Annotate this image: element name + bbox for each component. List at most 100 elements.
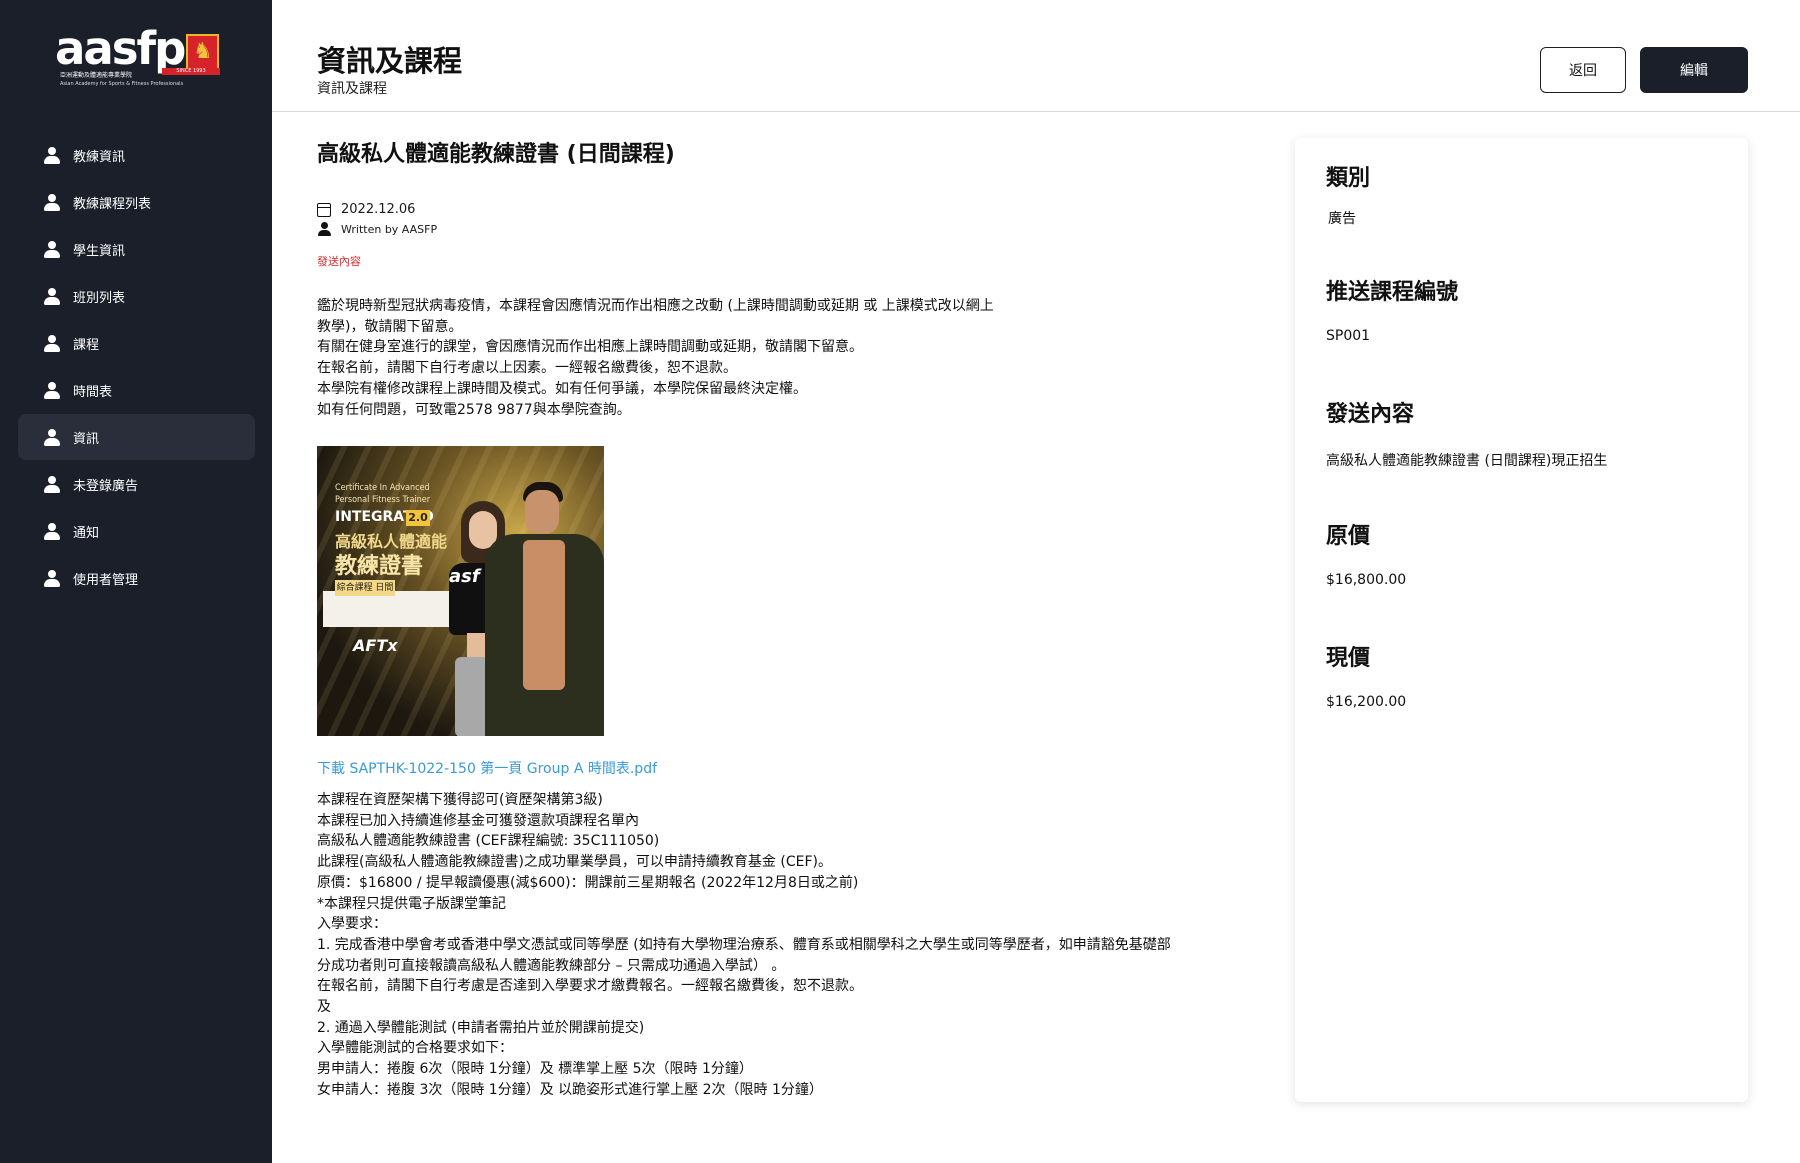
logo-subtitle-cn: 亞洲運動及體適能專業學院 (60, 72, 133, 79)
sidebar-item-label: 班別列表 (73, 290, 126, 306)
details-line: 本課程在資歷架構下獲得認可(資歷架構第3級) (317, 792, 603, 808)
details-line: 入學要求： (317, 916, 387, 933)
sidebar-item-label: 教練資訊 (73, 149, 126, 165)
course-code-label: 推送課程編號 (1326, 280, 1459, 305)
page-title: 資訊及課程 (317, 44, 463, 78)
course-code-section: 推送課程編號 SP001 (1326, 274, 1458, 344)
sidebar-item-coach-course-list[interactable]: 教練課程列表 (18, 179, 255, 225)
course-code-value: SP001 (1326, 328, 1371, 344)
sidebar-item-news[interactable]: 資訊 (18, 414, 255, 460)
author-text: Written by AASFP (341, 222, 438, 236)
download-pdf-link[interactable]: 下載 SAPTHK-1022-150 第一頁 Group A 時間表.pdf (317, 758, 657, 778)
edit-button[interactable]: 編輯 (1640, 47, 1748, 93)
details-line: *本課程只提供電子版課堂筆記 (317, 895, 506, 912)
sidebar-item-label: 學生資訊 (73, 243, 126, 259)
user-icon (44, 569, 60, 587)
content-label: 發送內容 (1326, 402, 1415, 427)
details-line: 高級私人體適能教練證書 (CEF課程編號: 35C111050) (317, 833, 660, 850)
article-details: 本課程在資歷架構下獲得認可(資歷架構第3級) 本課程已加入持續進修基金可獲發還款… (317, 790, 1171, 1101)
intro-line: 在報名前，請閣下自行考慮以上因素。一經報名繳費後，恕不退款。 (317, 360, 737, 377)
calendar-icon (317, 202, 331, 217)
sidebar-item-label: 教練課程列表 (73, 196, 152, 212)
sidebar-item-user-management[interactable]: 使用者管理 (18, 555, 255, 601)
intro-line: 鑑於現時新型冠狀病毒疫情，本課程會因應情況而作出相應之改動 (上課時間調動或延期… (317, 298, 994, 314)
page-header: 資訊及課程 資訊及課程 返回 編輯 (272, 0, 1800, 112)
sidebar-item-label: 使用者管理 (73, 572, 139, 588)
logo-since: SINCE 1993 (162, 68, 220, 75)
sidebar: aasfp ♞ SINCE 1993 亞洲運動及體適能專業學院 Asian Ac… (0, 0, 272, 1163)
category-label: 類別 (1326, 166, 1371, 191)
article-author: Written by AASFP (317, 222, 437, 236)
intro-line: 有關在健身室進行的課堂，會因應情況而作出相應上課時間調動或延期，敬請閣下留意。 (317, 339, 863, 356)
original-price-section: 原價 $16,800.00 (1326, 518, 1406, 588)
promo-man-figure (485, 482, 604, 736)
date-text: 2022.12.06 (341, 202, 416, 217)
intro-line: 教學)，敬請閣下留意。 (317, 318, 463, 335)
user-icon (44, 193, 60, 211)
original-price-label: 原價 (1326, 524, 1371, 549)
sidebar-item-label: 課程 (73, 337, 100, 353)
logo-subtitle-en: Asian Academy for Sports & Fitness Profe… (60, 81, 184, 87)
logo-text: aasfp (55, 22, 186, 75)
promo-logo-bar (323, 591, 453, 627)
sidebar-item-notifications[interactable]: 通知 (18, 508, 255, 554)
sidebar-item-unregistered-ads[interactable]: 未登錄廣告 (18, 461, 255, 507)
back-button[interactable]: 返回 (1540, 47, 1626, 93)
user-icon (44, 428, 60, 446)
aasfp-logo[interactable]: aasfp ♞ SINCE 1993 亞洲運動及體適能專業學院 Asian Ac… (52, 24, 222, 88)
details-line: 2. 通過入學體能測試 (申請者需拍片並於開課前提交) (317, 1019, 645, 1036)
user-icon (44, 146, 60, 164)
user-icon (44, 522, 60, 540)
sidebar-item-label: 通知 (73, 525, 100, 541)
intro-line: 本學院有權修改課程上課時間及模式。如有任何爭議，本學院保留最終決定權。 (317, 380, 807, 397)
details-line: 原價：$16800 / 提早報讀優惠(減$600)：開課前三星期報名 (2022… (317, 874, 859, 891)
details-line: 此課程(高級私人體適能教練證書)之成功畢業學員，可以申請持續教育基金 (CEF)… (317, 854, 832, 871)
promo-brand-text: asf (449, 566, 480, 587)
details-line: 女申請人：捲腹 3次（限時 1分鐘）及 以跪姿形式進行掌上壓 2次（限時 1分鐘… (317, 1081, 823, 1098)
promo-version-badge: 2.0 (406, 510, 430, 526)
promo-aftx-logo: AFTx (353, 636, 398, 655)
sidebar-item-timetable[interactable]: 時間表 (18, 367, 255, 413)
sidebar-item-label: 資訊 (73, 431, 100, 447)
sidebar-item-label: 時間表 (73, 384, 113, 400)
user-icon (44, 287, 60, 305)
current-price-value: $16,200.00 (1326, 694, 1407, 710)
details-line: 男申請人：捲腹 6次（限時 1分鐘）及 標準掌上壓 5次（限時 1分鐘） (317, 1061, 753, 1078)
details-line: 入學體能測試的合格要求如下： (317, 1040, 513, 1057)
details-line: 1. 完成香港中學會考或香港中學文憑試或同等學歷 (如持有大學物理治療系、體育系… (317, 936, 1171, 953)
original-price-value: $16,800.00 (1326, 572, 1407, 588)
promo-tag: 綜合課程 日間 (335, 580, 395, 596)
details-line: 在報名前，請閣下自行考慮是否達到入學要求才繳費報名。一經報名繳費後，恕不退款。 (317, 978, 863, 995)
user-icon (44, 475, 60, 493)
course-promo-image: Certificate In Advanced Personal Fitness… (317, 446, 604, 736)
details-line: 本課程已加入持續進修基金可獲發還款項課程名單內 (317, 812, 639, 829)
sidebar-item-coach-info[interactable]: 教練資訊 (18, 132, 255, 178)
category-value: 廣告 (1328, 211, 1356, 227)
content-section: 發送內容 高級私人體適能教練證書 (日間課程)現正招生 (1326, 396, 1607, 470)
sidebar-item-label: 未登錄廣告 (73, 478, 139, 494)
sidebar-nav: 教練資訊 教練課程列表 學生資訊 班別列表 課程 時間表 資訊 未登錄廣告 通知… (18, 132, 255, 602)
user-icon (317, 222, 331, 236)
article-date: 2022.12.06 (317, 202, 415, 217)
current-price-label: 現價 (1326, 646, 1371, 671)
current-price-section: 現價 $16,200.00 (1326, 640, 1406, 710)
sidebar-item-class-list[interactable]: 班別列表 (18, 273, 255, 319)
logo-emblem-icon: ♞ (186, 34, 219, 72)
intro-line: 如有任何問題，可致電2578 9877與本學院查詢。 (317, 401, 631, 418)
content-value: 高級私人體適能教練證書 (日間課程)現正招生 (1326, 453, 1608, 469)
sidebar-item-student-info[interactable]: 學生資訊 (18, 226, 255, 272)
article-title: 高級私人體適能教練證書 (日間課程) (317, 142, 675, 167)
user-icon (44, 334, 60, 352)
breadcrumb: 資訊及課程 (317, 81, 387, 97)
details-line: 分成功者則可直接報讀高級私人體適能教練部分 – 只需成功通過入學試） 。 (317, 957, 786, 974)
promo-cn-subtitle: 教練證書 (335, 554, 424, 579)
info-card: 類別 廣告 推送課程編號 SP001 發送內容 高級私人體適能教練證書 (日間課… (1295, 138, 1748, 1102)
promo-text: Certificate In Advanced Personal Fitness… (335, 483, 431, 505)
category-section: 類別 廣告 (1326, 160, 1370, 228)
user-icon (44, 381, 60, 399)
article-intro: 鑑於現時新型冠狀病毒疫情，本課程會因應情況而作出相應之改動 (上課時間調動或延期… (317, 296, 994, 420)
sidebar-item-courses[interactable]: 課程 (18, 320, 255, 366)
user-icon (44, 240, 60, 258)
content-tag: 發送內容 (317, 255, 361, 268)
details-line: 及 (317, 999, 331, 1016)
